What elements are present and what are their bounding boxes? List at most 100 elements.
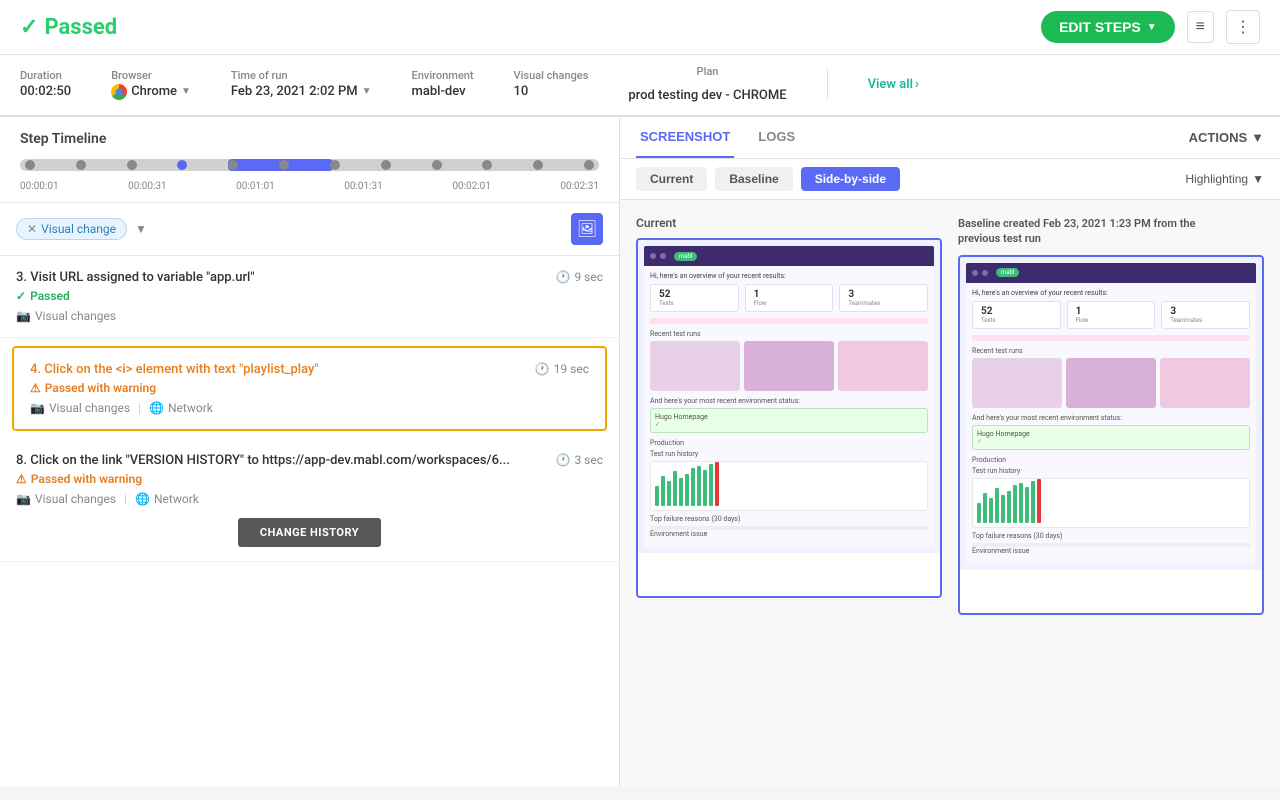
duration-label: Duration [20, 69, 71, 82]
step-3-footer: 📷 Visual changes [16, 309, 603, 323]
browser-label: Browser [111, 69, 191, 82]
step-8-status: ⚠ Passed with warning [16, 472, 603, 486]
right-panel-header: SCREENSHOT LOGS ACTIONS ▼ [620, 117, 1280, 159]
mock-body-current: Hi, here's an overview of your recent re… [644, 266, 934, 547]
step-3-visual-changes[interactable]: 📷 Visual changes [16, 309, 116, 323]
filter-dropdown[interactable]: ▼ [135, 222, 147, 236]
duration-meta: Duration 00:02:50 [20, 69, 71, 99]
step-4-warning-icon: ⚠ [30, 381, 41, 395]
visual-changes-label: Visual changes [514, 69, 589, 82]
view-all-link[interactable]: View all › [868, 77, 919, 92]
timeline-dot-3 [127, 160, 137, 170]
timeline-labels: 00:00:01 00:00:31 00:01:01 00:01:31 00:0… [20, 177, 599, 202]
step-8-status-label: Passed with warning [31, 472, 142, 486]
baseline-screenshot-img: mabl Hi, here's an overview of your rece… [958, 255, 1264, 615]
browser-dropdown-arrow[interactable]: ▼ [181, 86, 191, 97]
plan-divider [827, 69, 828, 99]
screenshot-tabs: Current Baseline Side-by-side Highlighti… [620, 159, 1280, 200]
screenshot-toggle-icon: 🖼 [577, 219, 597, 239]
main-content: Step Timeline [0, 117, 1280, 787]
top-bar: ✓ Passed EDIT STEPS ▼ ≡ ⋮ [0, 0, 1280, 55]
step-item-4[interactable]: 4. Click on the <i> element with text "p… [12, 346, 607, 431]
clock-icon-8: 🕐 [555, 453, 570, 467]
mock-body-baseline: Hi, here's an overview of your recent re… [966, 283, 1256, 564]
camera-icon-8: 📷 [16, 492, 31, 506]
environment-value: mabl-dev [412, 84, 474, 99]
browser-value: Chrome ▼ [111, 84, 191, 100]
timeline-label-4: 00:01:31 [344, 181, 383, 192]
timeline-dot-10 [482, 160, 492, 170]
visual-changes-meta: Visual changes 10 [514, 69, 589, 99]
step-item-3[interactable]: 3. Visit URL assigned to variable "app.u… [0, 256, 619, 338]
step-timeline: Step Timeline [0, 117, 619, 203]
passed-label: Passed [44, 15, 117, 40]
time-of-run-meta: Time of run Feb 23, 2021 2:02 PM ▼ [231, 69, 372, 99]
environment-label: Environment [412, 69, 474, 82]
timeline-dot-2 [76, 160, 86, 170]
step-4-status: ⚠ Passed with warning [30, 381, 589, 395]
network-icon-4: 🌐 [149, 401, 164, 415]
screenshots-container: Current mabl Hi, here's an overview of y… [620, 200, 1280, 631]
mock-nav-baseline: mabl [966, 263, 1256, 283]
time-of-run-value: Feb 23, 2021 2:02 PM ▼ [231, 84, 372, 99]
step-4-header: 4. Click on the <i> element with text "p… [30, 362, 589, 377]
visual-change-filter-tag[interactable]: ✕ Visual change [16, 218, 127, 240]
screenshot-toggle-button[interactable]: 🖼 [571, 213, 603, 245]
timeline-dot-6 [279, 160, 289, 170]
step-3-header: 3. Visit URL assigned to variable "app.u… [16, 270, 603, 285]
step-8-warning-icon: ⚠ [16, 472, 27, 486]
tab-current[interactable]: Current [636, 167, 707, 191]
timeline-dot-11 [533, 160, 543, 170]
notes-icon: ≡ [1196, 18, 1205, 35]
timeline-dot-4 [177, 160, 187, 170]
tab-screenshot[interactable]: SCREENSHOT [636, 117, 734, 158]
step-8-visual-changes[interactable]: 📷 Visual changes [16, 492, 116, 506]
highlighting-arrow: ▼ [1252, 172, 1264, 186]
timeline-track [20, 159, 599, 171]
timeline-label-6: 00:02:31 [560, 181, 599, 192]
current-screenshot-panel: Current mabl Hi, here's an overview of y… [636, 216, 942, 615]
current-mock-content: mabl Hi, here's an overview of your rece… [638, 240, 940, 553]
more-options-button[interactable]: ⋮ [1226, 10, 1260, 44]
step-3-status-label: Passed [30, 289, 70, 303]
right-panel-toggle: 🖼 [571, 213, 603, 245]
plan-meta: Plan prod testing dev - CHROME [628, 65, 786, 103]
step-8-footer: 📷 Visual changes | 🌐 Network [16, 492, 603, 506]
step-4-visual-changes[interactable]: 📷 Visual changes [30, 401, 130, 415]
timeline-label-3: 00:01:01 [236, 181, 275, 192]
tab-baseline[interactable]: Baseline [715, 167, 792, 191]
actions-button[interactable]: ACTIONS ▼ [1189, 130, 1264, 145]
baseline-screenshot-panel: Baseline created Feb 23, 2021 1:23 PM fr… [958, 216, 1264, 615]
edit-steps-label: EDIT STEPS [1059, 19, 1141, 35]
step-item-8[interactable]: 8. Click on the link "VERSION HISTORY" t… [0, 439, 619, 562]
more-icon: ⋮ [1235, 19, 1251, 36]
step-8-header: 8. Click on the link "VERSION HISTORY" t… [16, 453, 603, 468]
tab-logs[interactable]: LOGS [754, 117, 799, 158]
change-history-label: CHANGE HISTORY [238, 518, 381, 547]
current-screenshot-title: Current [636, 216, 942, 230]
edit-steps-button[interactable]: EDIT STEPS ▼ [1041, 11, 1175, 43]
timeline-dot-1 [25, 160, 35, 170]
meta-bar: Duration 00:02:50 Browser Chrome ▼ Time … [0, 55, 1280, 117]
step-8-network[interactable]: 🌐 Network [135, 492, 199, 506]
camera-icon: 📷 [16, 309, 31, 323]
timeline-dot-5 [228, 160, 238, 170]
time-dropdown-arrow[interactable]: ▼ [362, 86, 372, 97]
timeline-dot-9 [432, 160, 442, 170]
step-8-title: 8. Click on the link "VERSION HISTORY" t… [16, 453, 555, 468]
filter-dropdown-arrow: ▼ [135, 222, 147, 236]
check-icon: ✓ [20, 15, 38, 40]
timeline-dot-7 [330, 160, 340, 170]
timeline-label-5: 00:02:01 [452, 181, 491, 192]
timeline-label-2: 00:00:31 [128, 181, 167, 192]
duration-value: 00:02:50 [20, 84, 71, 99]
filter-close-icon[interactable]: ✕ [27, 222, 37, 236]
mock-nav-current: mabl [644, 246, 934, 266]
right-panel: SCREENSHOT LOGS ACTIONS ▼ Current Baseli… [620, 117, 1280, 787]
tab-side-by-side[interactable]: Side-by-side [801, 167, 900, 191]
browser-meta: Browser Chrome ▼ [111, 69, 191, 100]
step-4-network[interactable]: 🌐 Network [149, 401, 213, 415]
step-3-check-icon: ✓ [16, 289, 26, 303]
notes-button[interactable]: ≡ [1187, 11, 1214, 43]
highlighting-button[interactable]: Highlighting ▼ [1185, 172, 1264, 186]
